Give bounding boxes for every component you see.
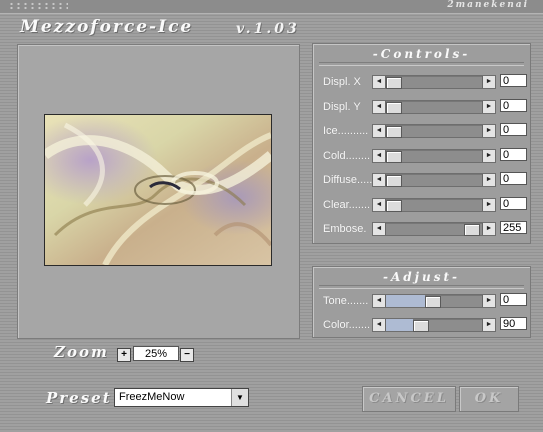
adjust-divider: [319, 285, 524, 289]
slider-value-input[interactable]: 0: [500, 293, 527, 306]
arrow-left-icon[interactable]: ◄: [373, 149, 386, 162]
preset-label: Preset: [46, 389, 112, 407]
title-bar: 2manekenai: [0, 0, 543, 14]
slider-label: Cold........: [323, 149, 371, 162]
slider-thumb[interactable]: [386, 126, 402, 138]
slider-thumb[interactable]: [386, 150, 402, 163]
arrow-left-icon[interactable]: ◄: [373, 100, 386, 113]
arrow-left-icon[interactable]: ◄: [373, 295, 386, 307]
slider-value-input[interactable]: 255: [500, 221, 527, 234]
slider-value-input[interactable]: 0: [500, 123, 527, 136]
slider-label: Ice..........: [323, 125, 369, 137]
slider-value-input[interactable]: 0: [500, 98, 527, 112]
adjust-title: -Adjust-: [382, 270, 461, 284]
slider-track[interactable]: ◄ ►: [372, 99, 496, 114]
arrow-right-icon[interactable]: ►: [482, 76, 495, 88]
slider-value-input[interactable]: 0: [500, 196, 527, 210]
zoom-in-button[interactable]: +: [117, 348, 131, 362]
slider-row: Embose. ◄ ► 255: [313, 221, 530, 237]
slider-track[interactable]: ◄ ►: [372, 197, 496, 212]
arrow-right-icon[interactable]: ►: [482, 125, 495, 137]
version-label: v.1.03: [236, 21, 300, 37]
slider-label: Displ. X: [323, 76, 361, 88]
arrow-left-icon[interactable]: ◄: [373, 76, 386, 88]
slider-label: Clear.......: [323, 198, 371, 211]
preview-image[interactable]: [44, 114, 272, 266]
arrow-left-icon[interactable]: ◄: [373, 198, 386, 211]
slider-row: Clear....... ◄ ► 0: [313, 196, 530, 213]
slider-label: Diffuse.....: [323, 174, 373, 186]
slider-row: Displ. X ◄ ► 0: [313, 74, 530, 90]
cancel-button[interactable]: CANCEL: [362, 386, 456, 412]
arrow-right-icon[interactable]: ►: [482, 198, 495, 211]
adjust-panel: -Adjust- Tone....... ◄ ► 0 Color....... ◄ ► 90: [312, 266, 531, 338]
arrow-right-icon[interactable]: ►: [482, 295, 495, 307]
slider-label: Displ. Y: [323, 100, 361, 113]
slider-track[interactable]: ◄ ►: [372, 318, 496, 332]
zoom-out-button[interactable]: −: [180, 348, 194, 362]
controls-divider: [319, 62, 524, 66]
arrow-left-icon[interactable]: ◄: [373, 319, 386, 331]
plugin-title: Mezzoforce-Ice: [20, 17, 194, 37]
slider-value-input[interactable]: 0: [500, 74, 527, 87]
ok-button[interactable]: OK: [459, 386, 519, 412]
slider-thumb[interactable]: [413, 320, 429, 332]
grip-dots[interactable]: [8, 2, 68, 10]
slider-row: Cold........ ◄ ► 0: [313, 147, 530, 164]
arrow-left-icon[interactable]: ◄: [373, 174, 386, 186]
slider-track[interactable]: ◄ ►: [372, 75, 496, 89]
slider-row: Displ. Y ◄ ► 0: [313, 98, 530, 115]
arrow-right-icon[interactable]: ►: [482, 223, 495, 235]
slider-label: Tone.......: [323, 295, 369, 307]
arrow-right-icon[interactable]: ►: [482, 149, 495, 162]
slider-fill: [386, 295, 425, 307]
zoom-value: 25%: [133, 346, 179, 361]
slider-thumb[interactable]: [386, 199, 402, 212]
slider-row: Diffuse..... ◄ ► 0: [313, 172, 530, 188]
slider-track[interactable]: ◄ ►: [372, 124, 496, 138]
slider-track[interactable]: ◄ ►: [372, 222, 496, 236]
preset-select[interactable]: FreezMeNow ▼: [114, 388, 249, 407]
preset-selected-value: FreezMeNow: [119, 391, 185, 403]
slider-thumb[interactable]: [425, 296, 441, 308]
slider-thumb[interactable]: [386, 77, 402, 89]
chevron-down-icon[interactable]: ▼: [231, 389, 248, 406]
controls-title: -Controls-: [372, 47, 471, 61]
slider-value-input[interactable]: 0: [500, 172, 527, 185]
slider-row: Ice.......... ◄ ► 0: [313, 123, 530, 139]
zoom-label: Zoom: [54, 343, 109, 361]
slider-value-input[interactable]: 0: [500, 147, 527, 161]
slider-thumb[interactable]: [386, 101, 402, 114]
slider-label: Embose.: [323, 223, 367, 235]
brand-label: 2manekenai: [447, 0, 529, 10]
slider-thumb[interactable]: [464, 224, 480, 236]
slider-row: Color....... ◄ ► 90: [313, 317, 530, 333]
arrow-right-icon[interactable]: ►: [482, 319, 495, 331]
arrow-left-icon[interactable]: ◄: [373, 125, 386, 137]
arrow-left-icon[interactable]: ◄: [373, 223, 386, 235]
slider-fill: [386, 319, 413, 331]
slider-label: Color.......: [323, 319, 371, 331]
slider-track[interactable]: ◄ ►: [372, 148, 496, 163]
arrow-right-icon[interactable]: ►: [482, 174, 495, 186]
arrow-right-icon[interactable]: ►: [482, 100, 495, 113]
slider-thumb[interactable]: [386, 175, 402, 187]
slider-value-input[interactable]: 90: [500, 317, 527, 330]
slider-track[interactable]: ◄ ►: [372, 173, 496, 187]
slider-row: Tone....... ◄ ► 0: [313, 293, 530, 309]
controls-panel: -Controls- Displ. X ◄ ► 0 Displ. Y ◄ ► 0 Ice....…: [312, 43, 531, 244]
slider-track[interactable]: ◄ ►: [372, 294, 496, 308]
